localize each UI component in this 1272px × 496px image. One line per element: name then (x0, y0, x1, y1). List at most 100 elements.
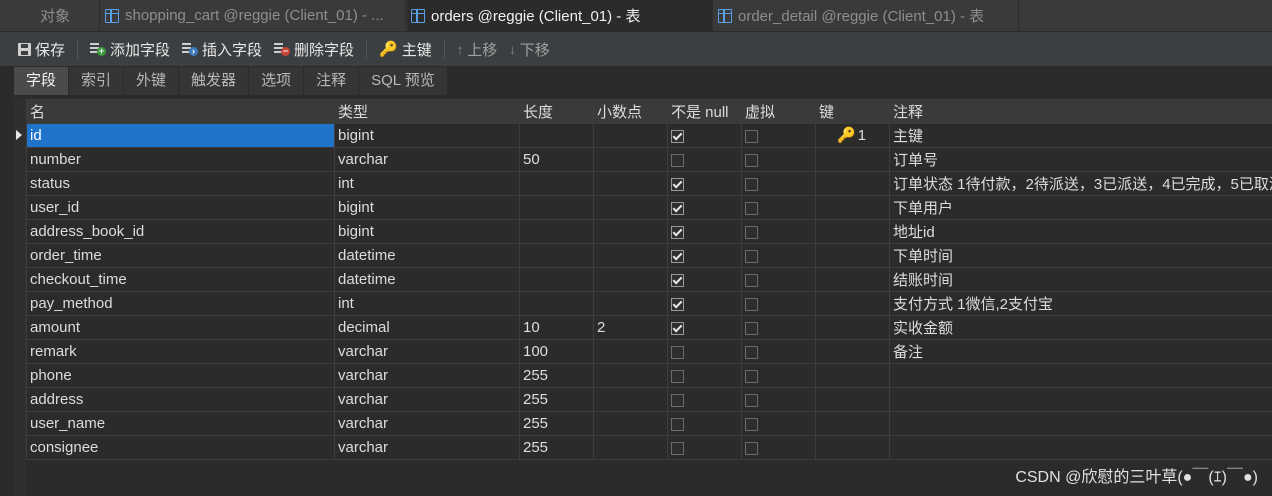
table-row[interactable]: remark varchar 100 备注 (26, 339, 1272, 364)
column-header[interactable]: 注释 (889, 99, 1272, 124)
field-type-cell[interactable]: varchar (334, 339, 520, 364)
checkbox[interactable] (745, 249, 758, 263)
key-cell[interactable] (815, 267, 890, 292)
field-length-cell[interactable] (519, 123, 594, 148)
field-decimals-cell[interactable]: 2 (593, 315, 668, 340)
checkbox[interactable] (671, 225, 684, 239)
field-decimals-cell[interactable] (593, 195, 668, 220)
column-header[interactable]: 长度 (519, 99, 594, 124)
field-type-cell[interactable]: int (334, 291, 520, 316)
table-row[interactable]: pay_method int 支付方式 1微信,2支付宝 (26, 291, 1272, 316)
checkbox[interactable] (671, 321, 684, 335)
checkbox[interactable] (745, 417, 758, 431)
move-down-button[interactable]: ↓ 下移 (503, 37, 556, 61)
field-decimals-cell[interactable] (593, 291, 668, 316)
column-header[interactable]: 不是 null (667, 99, 742, 124)
checkbox[interactable] (671, 441, 684, 455)
field-comment-cell[interactable] (889, 387, 1272, 412)
field-decimals-cell[interactable] (593, 339, 668, 364)
move-up-button[interactable]: ↑ 上移 (451, 37, 504, 61)
field-length-cell[interactable]: 255 (519, 435, 594, 460)
subtab-foreign-keys[interactable]: 外键 (124, 67, 180, 95)
field-type-cell[interactable]: bigint (334, 123, 520, 148)
checkbox[interactable] (671, 417, 684, 431)
table-row[interactable]: consignee varchar 255 (26, 435, 1272, 460)
subtab-options[interactable]: 选项 (249, 67, 305, 95)
checkbox[interactable] (745, 129, 758, 143)
field-length-cell[interactable]: 50 (519, 147, 594, 172)
field-length-cell[interactable]: 10 (519, 315, 594, 340)
field-type-cell[interactable]: bigint (334, 195, 520, 220)
field-decimals-cell[interactable] (593, 147, 668, 172)
key-cell[interactable] (815, 339, 890, 364)
table-row[interactable]: phone varchar 255 (26, 363, 1272, 388)
field-name-cell[interactable]: consignee (26, 435, 335, 460)
table-row[interactable]: status int 订单状态 1待付款，2待派送，3已派送，4已完成，5已取消 (26, 171, 1272, 196)
checkbox[interactable] (671, 393, 684, 407)
field-type-cell[interactable]: datetime (334, 243, 520, 268)
subtab-fields[interactable]: 字段 (14, 67, 70, 95)
checkbox[interactable] (745, 369, 758, 383)
checkbox[interactable] (671, 129, 684, 143)
field-type-cell[interactable]: varchar (334, 147, 520, 172)
table-row[interactable]: user_name varchar 255 (26, 411, 1272, 436)
field-comment-cell[interactable] (889, 411, 1272, 436)
field-name-cell[interactable]: pay_method (26, 291, 335, 316)
field-type-cell[interactable]: datetime (334, 267, 520, 292)
checkbox[interactable] (745, 393, 758, 407)
checkbox[interactable] (671, 153, 684, 167)
checkbox[interactable] (745, 345, 758, 359)
field-comment-cell[interactable]: 下单时间 (889, 243, 1272, 268)
field-length-cell[interactable] (519, 243, 594, 268)
field-length-cell[interactable]: 255 (519, 363, 594, 388)
table-row[interactable]: user_id bigint 下单用户 (26, 195, 1272, 220)
field-decimals-cell[interactable] (593, 219, 668, 244)
subtab-comment[interactable]: 注释 (304, 67, 360, 95)
checkbox[interactable] (671, 345, 684, 359)
field-name-cell[interactable]: address (26, 387, 335, 412)
tab-objects[interactable]: 对象 (0, 0, 100, 31)
field-decimals-cell[interactable] (593, 243, 668, 268)
table-row[interactable]: id bigint 🔑 1 主键 (26, 123, 1272, 148)
checkbox[interactable] (671, 177, 684, 191)
key-cell[interactable] (815, 171, 890, 196)
add-field-button[interactable]: + 添加字段 (84, 37, 176, 61)
field-type-cell[interactable]: varchar (334, 411, 520, 436)
key-cell[interactable] (815, 435, 890, 460)
field-length-cell[interactable] (519, 171, 594, 196)
column-header[interactable]: 小数点 (593, 99, 668, 124)
table-row[interactable]: address varchar 255 (26, 387, 1272, 412)
field-name-cell[interactable]: amount (26, 315, 335, 340)
field-length-cell[interactable] (519, 219, 594, 244)
field-comment-cell[interactable]: 主键 (889, 123, 1272, 148)
field-type-cell[interactable]: int (334, 171, 520, 196)
key-cell[interactable]: 🔑 1 (815, 123, 890, 148)
field-length-cell[interactable] (519, 195, 594, 220)
field-decimals-cell[interactable] (593, 387, 668, 412)
field-name-cell[interactable]: user_name (26, 411, 335, 436)
field-type-cell[interactable]: bigint (334, 219, 520, 244)
field-name-cell[interactable]: remark (26, 339, 335, 364)
column-header[interactable]: 虚拟 (741, 99, 816, 124)
subtab-indexes[interactable]: 索引 (69, 67, 125, 95)
key-cell[interactable] (815, 219, 890, 244)
field-length-cell[interactable]: 100 (519, 339, 594, 364)
table-row[interactable]: amount decimal 10 2 实收金额 (26, 315, 1272, 340)
field-comment-cell[interactable]: 实收金额 (889, 315, 1272, 340)
tab-orders[interactable]: orders @reggie (Client_01) - 表 (407, 0, 713, 31)
checkbox[interactable] (671, 249, 684, 263)
field-decimals-cell[interactable] (593, 123, 668, 148)
field-decimals-cell[interactable] (593, 171, 668, 196)
save-button[interactable]: 保存 (12, 37, 71, 61)
key-cell[interactable] (815, 195, 890, 220)
field-type-cell[interactable]: varchar (334, 363, 520, 388)
field-length-cell[interactable]: 255 (519, 387, 594, 412)
field-decimals-cell[interactable] (593, 435, 668, 460)
checkbox[interactable] (745, 153, 758, 167)
key-cell[interactable] (815, 411, 890, 436)
checkbox[interactable] (745, 273, 758, 287)
field-comment-cell[interactable] (889, 363, 1272, 388)
key-cell[interactable] (815, 315, 890, 340)
table-row[interactable]: address_book_id bigint 地址id (26, 219, 1272, 244)
checkbox[interactable] (745, 225, 758, 239)
